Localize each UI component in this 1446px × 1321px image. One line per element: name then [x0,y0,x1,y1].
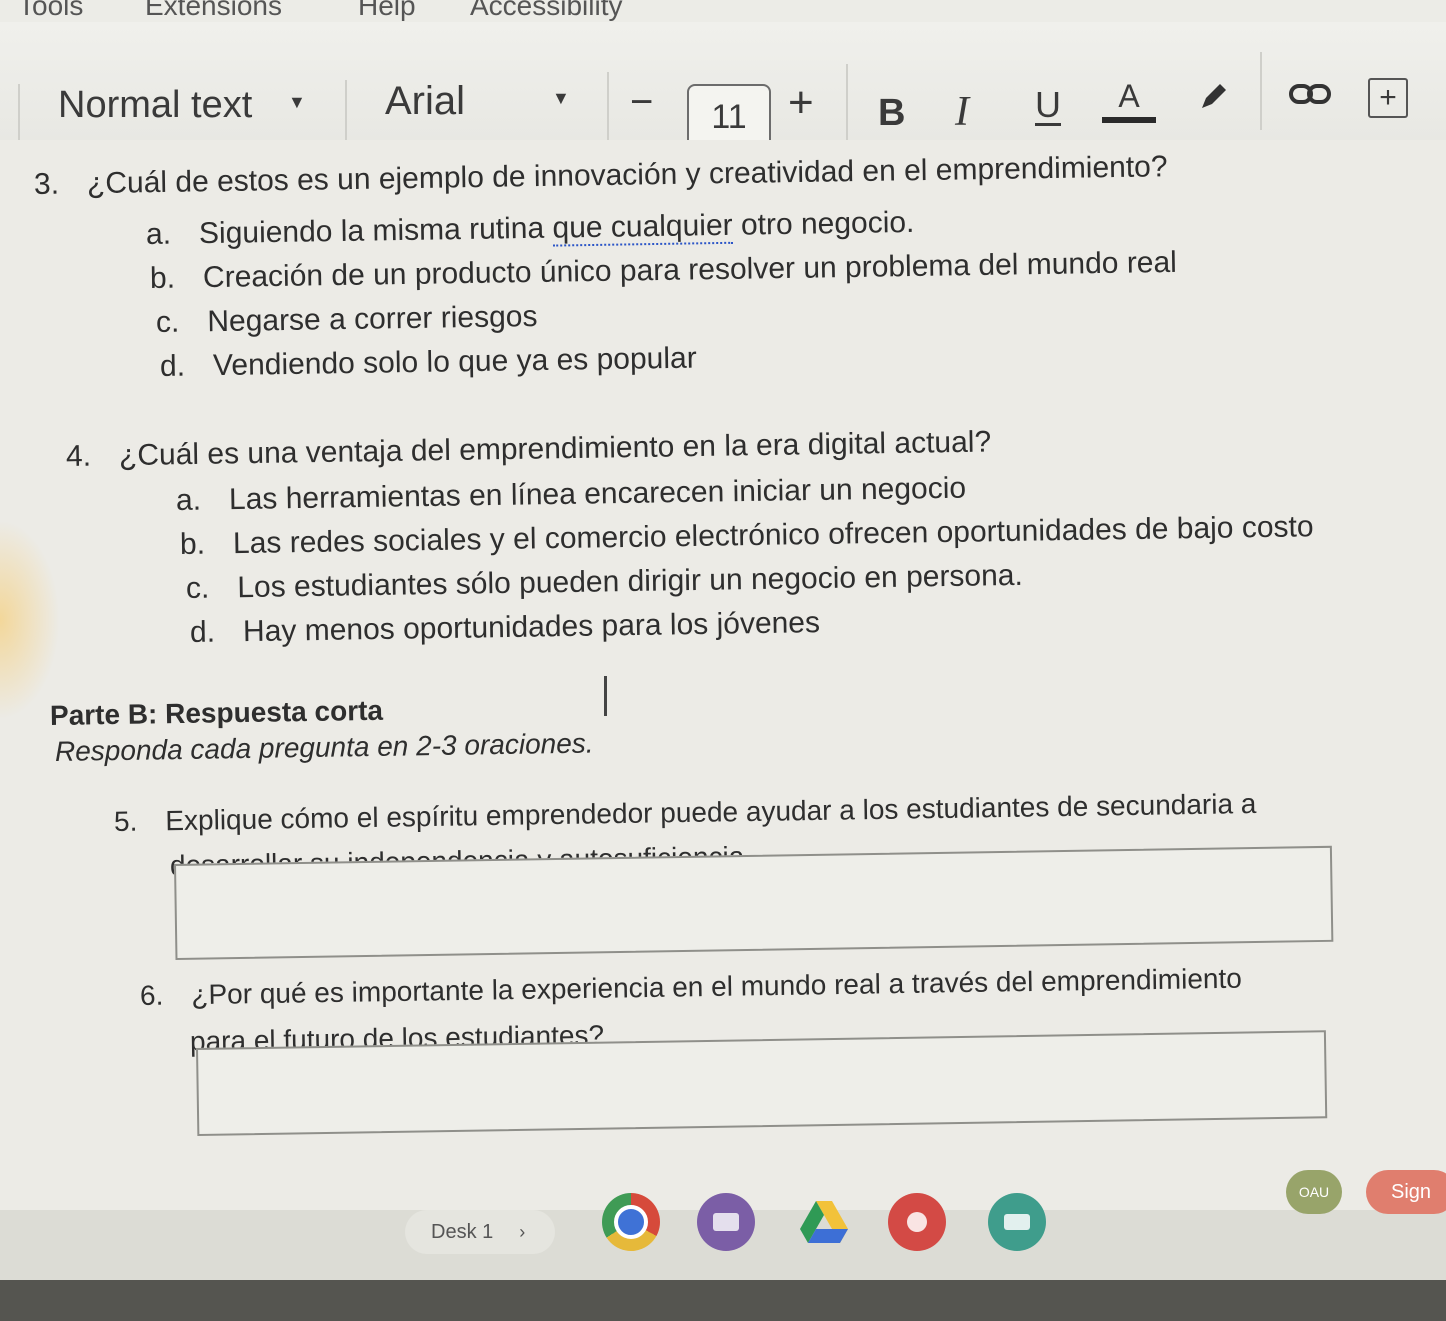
menu-tools[interactable]: Tools [18,0,83,22]
add-comment-icon[interactable]: + [1368,78,1408,118]
desk-switcher[interactable]: Desk 1 › [405,1210,555,1254]
pencil-icon[interactable] [1196,78,1232,114]
option-4b: b. Las redes sociales y el comercio elect… [180,510,1314,562]
question-6: 6. ¿Por qué es importante la experiencia … [140,963,1242,1012]
option-text: Los estudiantes sólo pueden dirigir un n… [237,558,1024,605]
toolbar-divider [846,64,848,142]
option-letter: c. [155,305,180,339]
question-number: 5. [113,805,138,837]
toolbar-divider [607,72,609,146]
text-color-bar [1102,117,1156,123]
font-select[interactable]: Arial [385,79,465,124]
status-badge[interactable]: OAU [1286,1170,1342,1214]
option-text: Negarse a correr riesgos [207,300,538,339]
chevron-down-icon[interactable]: ▼ [552,88,570,109]
option-text: Hay menos oportunidades para los jóvenes [242,606,821,649]
option-text: Creación de un producto único para resol… [202,245,1178,295]
drive-icon[interactable] [795,1193,853,1251]
sign-button[interactable]: Sign [1366,1170,1446,1214]
increase-font-size-button[interactable]: + [788,78,814,128]
screen-glare [0,520,60,720]
option-4c: c. Los estudiantes sólo pueden dirigir un… [186,559,1023,606]
question-5: 5. Explique cómo el espíritu emprendedor … [114,788,1257,838]
desk-label: Desk 1 [431,1220,494,1243]
chrome-icon[interactable] [602,1193,660,1251]
option-letter: d. [159,349,186,383]
underline-button[interactable]: U [1035,84,1061,126]
text-cursor [604,676,607,716]
option-text: Las redes sociales y el comercio electró… [232,510,1314,561]
option-letter: d. [189,615,216,649]
option-letter: b. [149,261,176,295]
toolbar-divider [1260,52,1262,130]
menu-extensions[interactable]: Extensions [145,0,282,22]
question-text: ¿Cuál es una ventaja del emprendimiento … [118,425,992,473]
paragraph-style-select[interactable]: Normal text [58,84,252,127]
option-4a: a. Las herramientas en línea encarecen in… [176,472,967,518]
option-3a: a. Siguiendo la misma rutina que cualquie… [146,206,915,252]
answer-box-6[interactable] [196,1030,1328,1136]
bold-button[interactable]: B [878,92,905,135]
app-icon[interactable] [888,1193,946,1251]
question-4: 4. ¿Cuál es una ventaja del emprendimient… [66,425,992,474]
option-3c: c. Negarse a correr riesgos [156,300,538,340]
link-icon[interactable] [1288,80,1332,110]
text-color-button[interactable]: A [1102,78,1156,123]
question-number: 3. [33,167,60,201]
document-page[interactable]: 3. ¿Cuál de estos es un ejemplo de innova… [0,140,1446,1210]
screen-bezel [0,1280,1446,1321]
option-3b: b. Creación de un producto único para res… [150,246,1177,296]
option-text: Siguiendo la misma rutina [198,211,553,251]
part-b-title: Parte B: Respuesta corta [49,694,384,731]
option-text: Vendiendo solo lo que ya es popular [212,341,697,383]
option-3d: d. Vendiendo solo lo que ya es popular [160,342,697,384]
option-text: otro negocio. [732,205,915,242]
chevron-down-icon[interactable]: ▼ [288,92,306,113]
part-b-instructions: Responda cada pregunta en 2-3 oraciones. [54,727,594,767]
app-icon[interactable] [988,1193,1046,1251]
question-number: 6. [139,979,164,1011]
menu-accessibility[interactable]: Accessibility [470,0,622,22]
answer-box-5[interactable] [174,845,1334,960]
formatting-toolbar: Normal text ▼ Arial ▼ − 11 + B I U A + [0,22,1446,162]
menu-bar: Tools Extensions Help Accessibility [0,0,1446,22]
option-letter: a. [145,217,172,251]
question-3: 3. ¿Cuál de estos es un ejemplo de innova… [34,150,1168,202]
spellcheck-flag[interactable]: que cualquier [552,208,733,247]
decrease-font-size-button[interactable]: − [630,80,653,125]
text-color-label: A [1118,78,1140,114]
option-letter: a. [175,483,202,517]
app-icon[interactable] [697,1193,755,1251]
option-letter: c. [185,571,210,605]
italic-button[interactable]: I [955,88,969,136]
option-4d: d. Hay menos oportunidades para los jóven… [190,606,821,650]
option-letter: b. [179,527,206,561]
menu-help[interactable]: Help [358,0,416,22]
option-text: Las herramientas en línea encarecen inic… [228,471,967,517]
chevron-right-icon: › [519,1221,526,1242]
question-text: Explique cómo el espíritu emprendedor pu… [165,788,1257,837]
question-text: ¿Cuál de estos es un ejemplo de innovaci… [86,150,1168,201]
question-number: 4. [65,439,92,473]
question-text: ¿Por qué es importante la experiencia en… [191,962,1243,1011]
